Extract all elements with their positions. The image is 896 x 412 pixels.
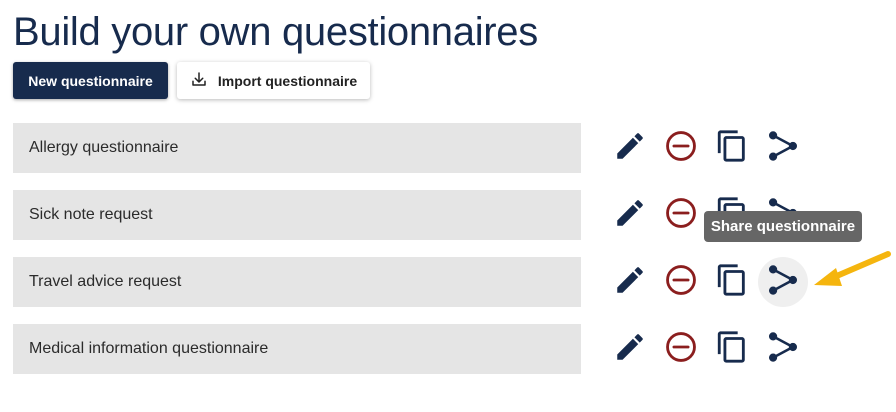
minus-circle-icon <box>664 129 698 168</box>
row-actions <box>0 257 896 307</box>
pencil-icon <box>613 330 647 369</box>
download-icon <box>190 70 208 91</box>
page-title: Build your own questionnaires <box>13 10 538 54</box>
share-button[interactable] <box>758 123 808 173</box>
new-questionnaire-label: New questionnaire <box>28 72 153 89</box>
share-button[interactable] <box>758 324 808 374</box>
edit-button[interactable] <box>605 123 655 173</box>
pencil-icon <box>613 263 647 302</box>
copy-button[interactable] <box>707 123 757 173</box>
delete-button[interactable] <box>656 257 706 307</box>
annotation-arrow-icon <box>814 251 891 286</box>
copy-button[interactable] <box>707 324 757 374</box>
minus-circle-icon <box>664 330 698 369</box>
copy-button[interactable] <box>707 257 757 307</box>
copy-icon <box>715 129 749 168</box>
delete-button[interactable] <box>656 190 706 240</box>
tooltip-text: Share questionnaire <box>710 218 856 235</box>
pencil-icon <box>613 196 647 235</box>
share-icon <box>766 330 800 369</box>
delete-button[interactable] <box>656 123 706 173</box>
share-button[interactable] <box>758 257 808 307</box>
import-questionnaire-label: Import questionnaire <box>217 72 358 89</box>
edit-button[interactable] <box>605 190 655 240</box>
pencil-icon <box>613 129 647 168</box>
minus-circle-icon <box>664 263 698 302</box>
delete-button[interactable] <box>656 324 706 374</box>
copy-icon <box>715 263 749 302</box>
edit-button[interactable] <box>605 324 655 374</box>
edit-button[interactable] <box>605 257 655 307</box>
share-icon <box>766 129 800 168</box>
minus-circle-icon <box>664 196 698 235</box>
share-tooltip: Share questionnaire <box>704 211 862 242</box>
share-icon <box>766 263 800 302</box>
copy-icon <box>715 330 749 369</box>
import-questionnaire-button[interactable]: Import questionnaire <box>177 62 370 99</box>
row-actions <box>0 123 896 173</box>
row-actions <box>0 324 896 374</box>
new-questionnaire-button[interactable]: New questionnaire <box>13 62 168 99</box>
